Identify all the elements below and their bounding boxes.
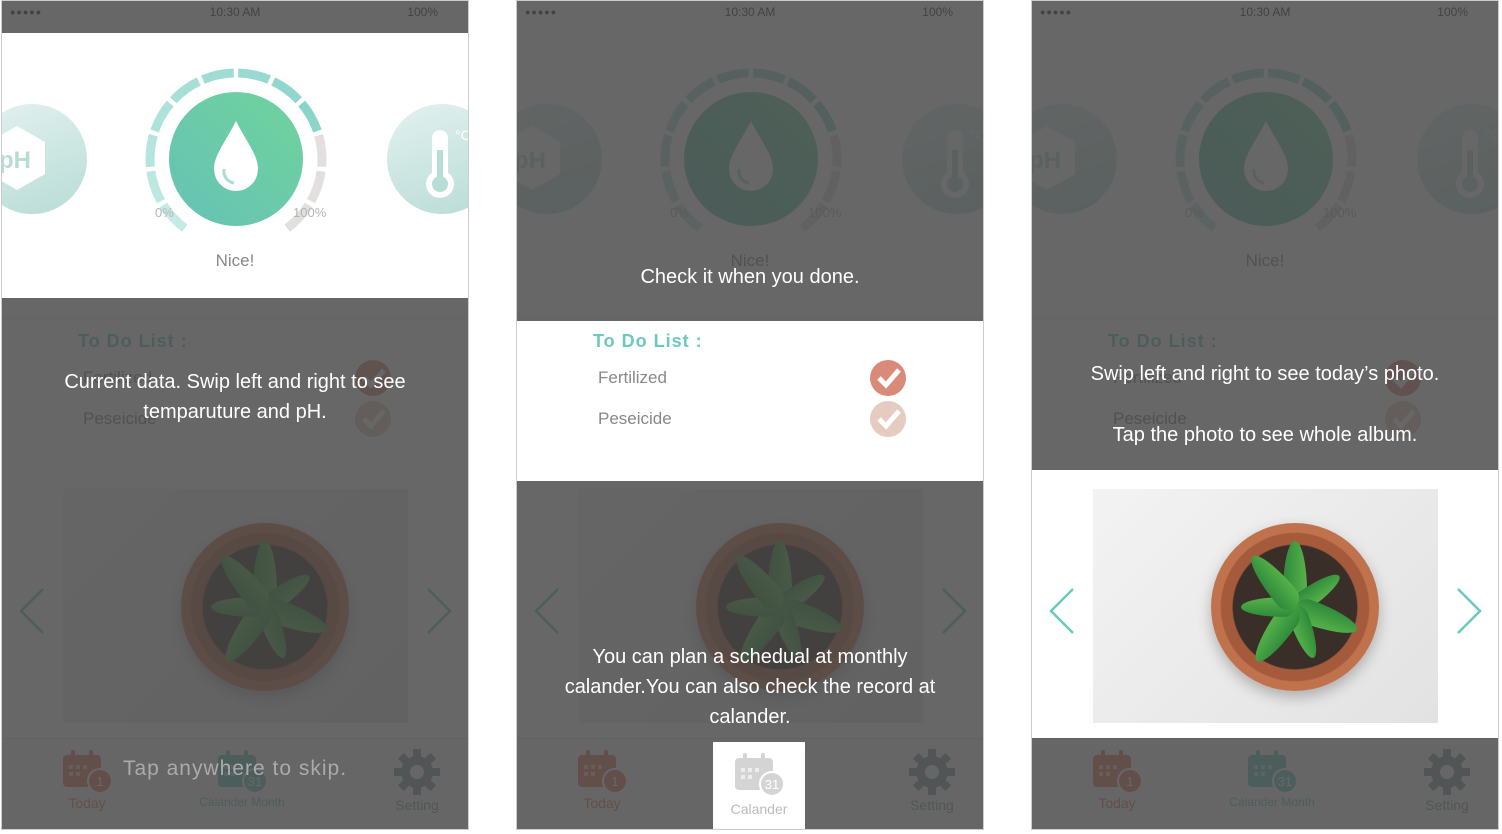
- tutorial-overlay[interactable]: [1032, 738, 1498, 829]
- gauge-segment: [145, 134, 158, 168]
- temperature-sensor-button[interactable]: °C: [387, 104, 469, 214]
- gauge-max-label: 100%: [293, 205, 327, 220]
- gauge-segment: [306, 170, 326, 204]
- todo-item-label: Peseicide: [598, 409, 672, 428]
- plant-photo[interactable]: [1093, 489, 1438, 723]
- previous-photo-arrow[interactable]: [1047, 586, 1077, 636]
- next-photo-arrow[interactable]: [1454, 586, 1484, 636]
- calendar-icon: 31: [731, 753, 787, 801]
- tutorial-screen-photo[interactable]: ●●●●●10:30 AM100% pH °C 0% 100% Nice! To…: [1031, 0, 1499, 830]
- skip-hint[interactable]: Tap anywhere to skip.: [2, 757, 468, 781]
- tutorial-screen-current-data[interactable]: ●●●●●10:30 AM100% pH °C 0% 100% Nice! To…: [1, 0, 469, 830]
- gauge-segment: [201, 68, 235, 84]
- calendar-tab-highlight[interactable]: 31 Calander: [713, 742, 805, 828]
- gauge-min-label: 0%: [155, 205, 174, 220]
- tutorial-tip: Swip left and right to see today’s photo…: [1090, 363, 1440, 385]
- todo-item-label: Fertilized: [598, 368, 667, 387]
- gauge-segment: [314, 134, 327, 168]
- tutorial-overlay[interactable]: [2, 1, 468, 33]
- tutorial-overlay[interactable]: [1032, 1, 1498, 470]
- moisture-gauge: [145, 68, 327, 232]
- checkmark-icon: [877, 368, 901, 389]
- tutorial-tip: Tap the photo to see whole album.: [1112, 424, 1418, 446]
- ph-hexagon-icon: pH: [1, 126, 45, 190]
- tutorial-tip: Current data. Swip left and right to see…: [64, 371, 406, 423]
- calendar-badge: 31: [765, 777, 779, 792]
- gauge-segment: [298, 100, 322, 133]
- tutorial-tip: Check it when you done.: [640, 266, 860, 288]
- moisture-status: Nice!: [215, 251, 255, 270]
- tab-label: Calander: [730, 801, 788, 817]
- tutorial-screen-todo-calendar[interactable]: ●●●●●10:30 AM100% pH °C 0% 100% Nice! To…: [516, 0, 984, 830]
- todo-title: To Do List :: [593, 331, 703, 351]
- gauge-segment: [237, 68, 271, 84]
- gauge-segment: [150, 100, 174, 133]
- todo-checkbox-unchecked[interactable]: [870, 401, 906, 437]
- gauge-segment: [169, 77, 201, 104]
- tutorial-tip: You can plan a schedual at monthly calan…: [564, 646, 936, 728]
- tutorial-overlay[interactable]: [517, 742, 713, 829]
- gauge-segment: [146, 170, 166, 204]
- gauge-segment: [271, 77, 303, 104]
- ph-sensor-button[interactable]: pH: [1, 104, 87, 214]
- svg-text:°C: °C: [455, 127, 469, 143]
- tutorial-overlay[interactable]: [805, 742, 983, 829]
- thermometer-icon: °C: [426, 127, 469, 198]
- svg-text:pH: pH: [1, 147, 31, 174]
- checkmark-icon: [877, 409, 901, 430]
- todo-checkbox-checked[interactable]: [870, 360, 906, 396]
